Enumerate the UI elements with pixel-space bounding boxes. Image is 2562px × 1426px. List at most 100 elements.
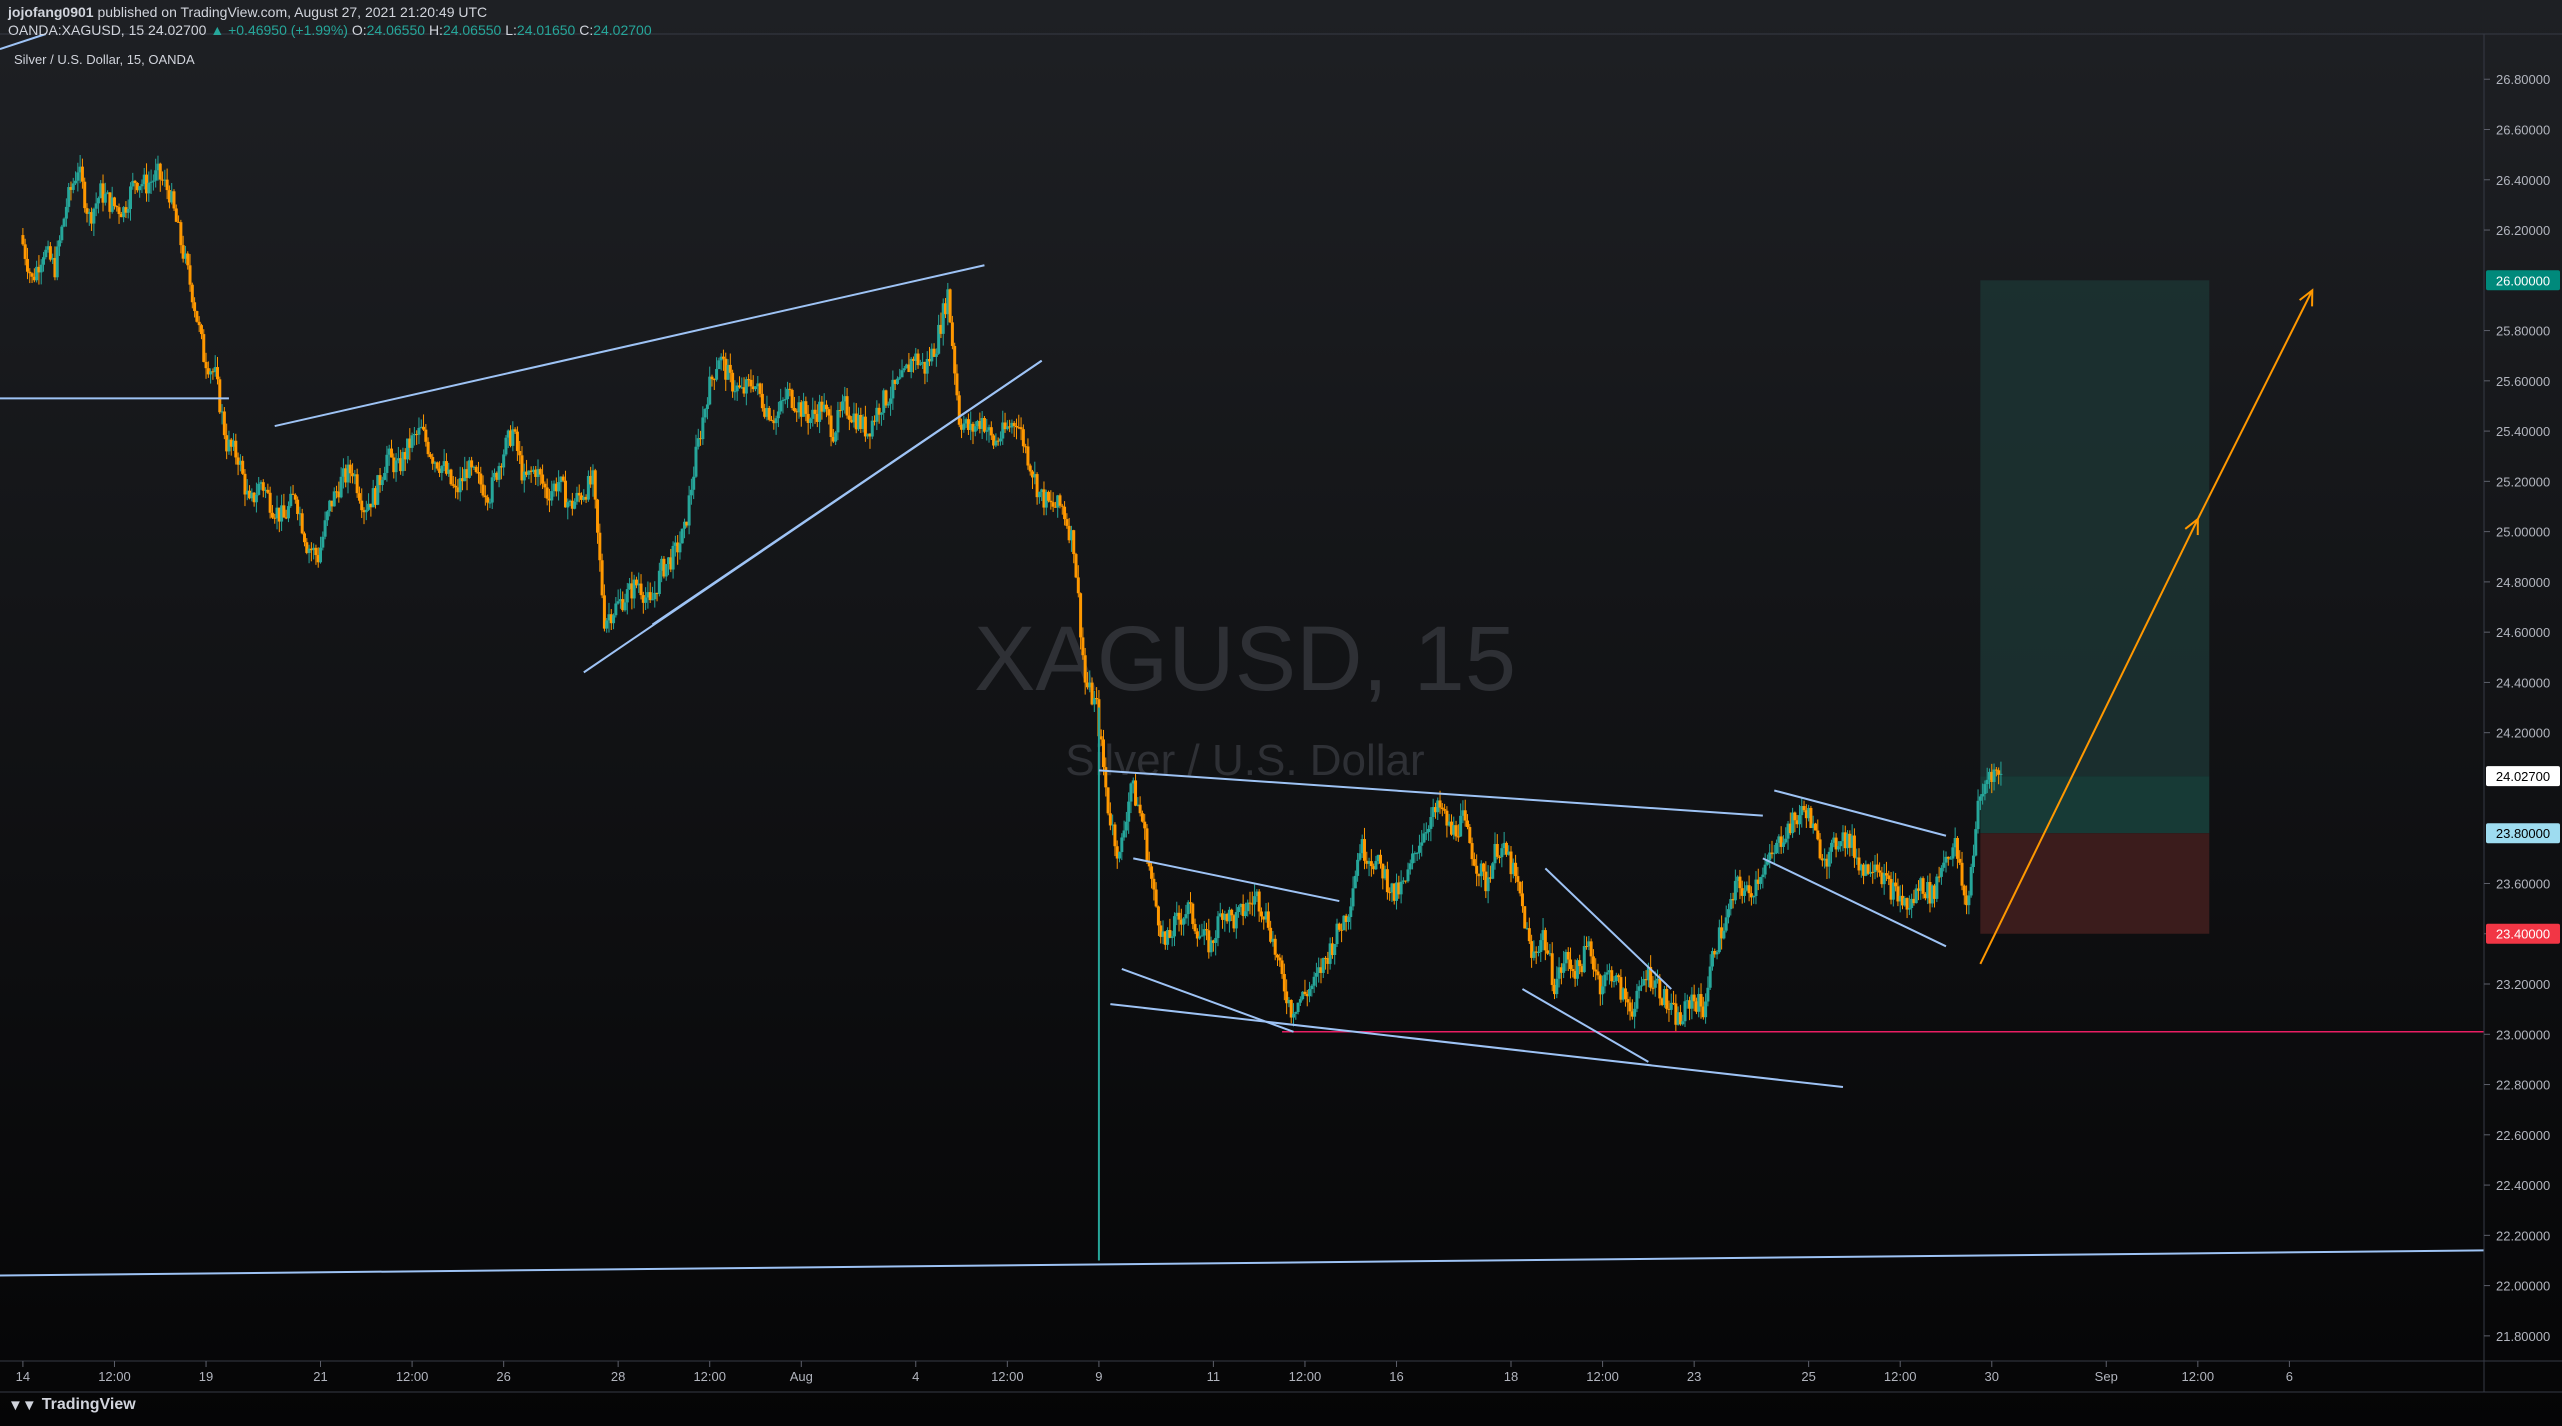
tradingview-footer[interactable]: ▼▼ TradingView [8,1396,136,1414]
candle-body [1230,909,1234,916]
candle-body [1184,914,1188,919]
target-zone[interactable] [1980,280,2210,777]
publisher-name[interactable]: jojofang0901 [8,4,94,20]
candle-body [302,533,306,543]
candle-body [1074,554,1078,578]
candle-body [737,385,741,388]
position-zones[interactable] [1980,280,2210,934]
candle-body [1333,944,1337,955]
candle-body [902,368,906,371]
candle-body [1571,969,1575,972]
candle-body [422,426,426,430]
candle-body [1610,970,1614,982]
candle-body [25,258,29,272]
candle-body [1415,852,1419,854]
last-price: 24.02700 [148,22,207,38]
candle-body [1640,985,1644,987]
open-label: O: [351,22,367,38]
candle-body [781,400,785,402]
price-chart[interactable]: XAGUSD, 15 Silver / U.S. Dollar 26.80000… [0,0,2562,1426]
candle-body [1101,739,1105,768]
candle-body [664,564,668,577]
stop-zone[interactable] [1980,833,2210,934]
candle-body [197,321,201,326]
candle-body [950,322,954,346]
time-tick-label: 30 [1985,1369,1999,1384]
candle-body [193,302,197,312]
candle-body [357,493,361,501]
candle-body [1550,953,1554,985]
candle-body [1699,994,1703,1007]
candle-body [1182,918,1186,925]
candle-body [454,485,458,488]
candle-body [612,615,616,624]
candle-body [1369,861,1373,867]
time-tick-label: 9 [1095,1369,1102,1384]
candle-body [323,520,327,537]
candle-body [985,430,989,432]
candle-body [1150,866,1154,879]
candle-body [174,208,178,222]
candle-body [889,398,893,404]
candle-body [1907,907,1911,910]
candle-body [502,454,506,468]
candle-body [1308,989,1312,997]
candle-body [1706,987,1710,1002]
candle-body [1878,870,1882,873]
candle-body [1516,876,1520,882]
high-label: H: [428,22,443,38]
candle-body [1349,906,1353,917]
candle-body [23,244,27,259]
candle-body [1942,862,1946,868]
price-tick-label: 25.20000 [2496,474,2550,489]
watermark-symbol: XAGUSD, 15 [974,608,1516,710]
candle-body [1983,784,1987,794]
candle-body [1939,867,1943,877]
candle-body [605,620,609,629]
candle-body [481,484,485,496]
candle-body [417,427,421,435]
candle-body [1726,909,1730,918]
candle-body [1058,495,1062,506]
candle-body [1358,853,1362,860]
candle-body [1243,911,1247,917]
candle-body [380,479,384,486]
candle-body [1095,698,1099,700]
candle-body [254,494,258,503]
candle-body [1214,938,1218,943]
candle-body [1012,422,1016,426]
candle-body [948,289,952,323]
time-tick-label: 12:00 [693,1369,726,1384]
low-label: L: [505,22,517,38]
candle-body [1951,847,1955,859]
candle-body [1113,824,1117,847]
candle-body [623,602,627,611]
price-tick-label: 26.80000 [2496,72,2550,87]
candle-body [1266,911,1270,928]
time-tick-label: 18 [1504,1369,1518,1384]
candle-body [733,391,737,393]
candle-body [863,416,867,437]
candle-body [1797,815,1801,825]
candle-body [1974,829,1978,856]
time-tick-label: 14 [16,1369,30,1384]
candle-body [126,208,130,213]
candle-body [1633,1008,1637,1017]
candle-body [1177,912,1181,920]
candle-body [428,454,432,458]
candle-body [1582,946,1586,973]
candle-body [1715,952,1719,955]
series-legend[interactable]: Silver / U.S. Dollar, 15, OANDA [14,52,195,67]
candle-body [1763,864,1767,875]
candle-body [30,273,34,277]
candle-body [511,429,515,446]
candle-body [1971,855,1975,868]
candle-body [440,466,444,473]
price-change: ▲ +0.46950 (+1.99%) [210,22,348,38]
candle-body [701,417,705,440]
candle-body [541,474,545,484]
candle-body [657,570,661,595]
profit-zone[interactable] [1980,776,2210,834]
candle-body [1623,988,1627,1000]
candle-body [1518,881,1522,894]
